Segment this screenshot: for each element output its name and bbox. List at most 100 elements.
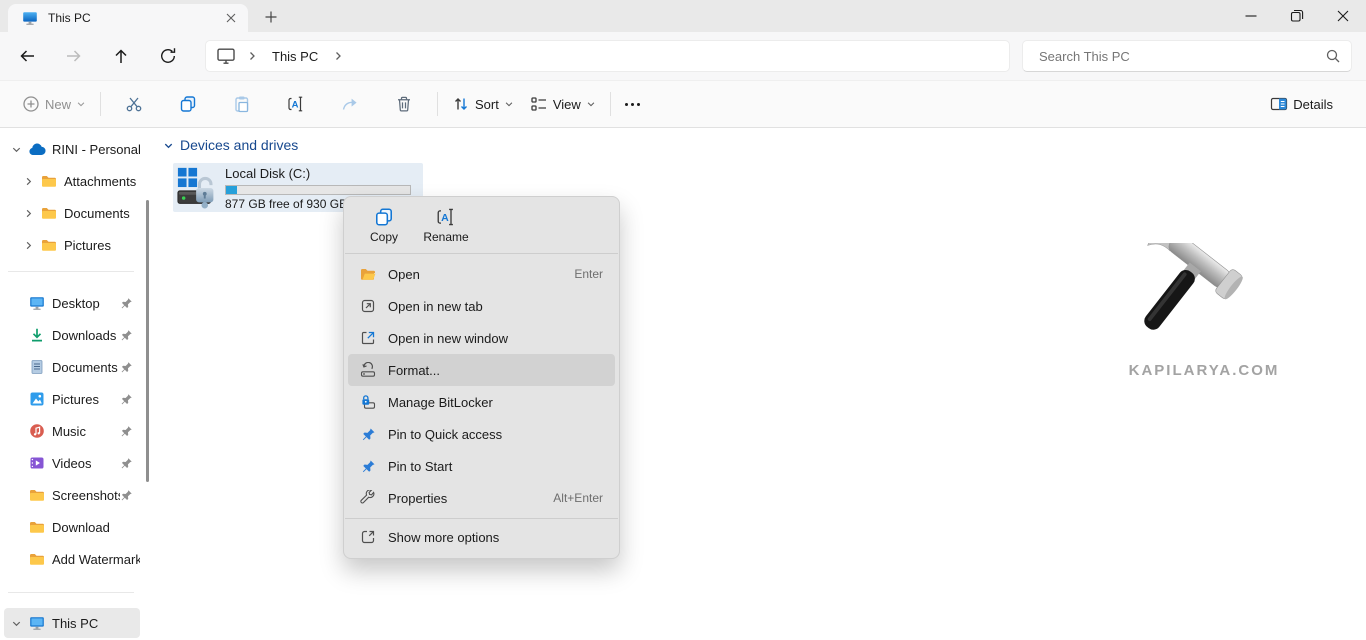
back-button[interactable]: [10, 39, 44, 73]
sort-button[interactable]: Sort: [444, 87, 522, 121]
address-bar[interactable]: This PC: [205, 40, 1010, 72]
quick-action-copy[interactable]: Copy: [356, 201, 412, 249]
toolbar-divider: [610, 92, 611, 116]
tab-this-pc[interactable]: This PC: [8, 4, 248, 32]
rename-button[interactable]: A: [269, 87, 323, 121]
sidebar-item-label: Pictures: [64, 238, 140, 253]
minimize-button[interactable]: [1228, 0, 1274, 32]
search-input[interactable]: [1037, 48, 1325, 65]
menu-item-show-more-options[interactable]: Show more options: [348, 521, 615, 553]
view-button[interactable]: View: [522, 87, 604, 121]
menu-item-open-in-new-window[interactable]: Open in new window: [348, 322, 615, 354]
format-drive-icon: [360, 362, 376, 378]
sidebar-item-documents-onedrive[interactable]: Documents: [4, 198, 140, 228]
quick-action-label: Copy: [370, 230, 398, 244]
sidebar-scrollbar[interactable]: [146, 200, 149, 482]
sidebar-item-download[interactable]: Download: [4, 512, 140, 542]
sidebar-item-documents[interactable]: Documents: [4, 352, 140, 382]
sidebar-item-pictures[interactable]: Pictures: [4, 384, 140, 414]
share-button[interactable]: [323, 87, 377, 121]
sidebar-item-label: This PC: [52, 616, 140, 631]
details-pane-button[interactable]: Details: [1262, 87, 1346, 121]
new-tab-button[interactable]: [258, 6, 284, 28]
sidebar-item-pictures-onedrive[interactable]: Pictures: [4, 230, 140, 260]
pin-icon: [120, 457, 134, 470]
search-box[interactable]: [1022, 40, 1352, 72]
up-button[interactable]: [104, 39, 138, 73]
menu-item-pin-to-quick-access[interactable]: Pin to Quick access: [348, 418, 615, 450]
restore-icon: [1288, 7, 1306, 25]
toolbar-divider: [437, 92, 438, 116]
menu-item-label: Properties: [388, 491, 553, 506]
sidebar-item-desktop[interactable]: Desktop: [4, 288, 140, 318]
bitlocker-lock-icon: [360, 394, 376, 410]
sidebar-item-label: Downloads: [52, 328, 120, 343]
menu-item-label: Open in new window: [388, 331, 603, 346]
chevron-right-icon[interactable]: [20, 240, 36, 251]
menu-item-format[interactable]: Format...: [348, 354, 615, 386]
breadcrumb-chevron-icon: [332, 50, 344, 62]
sidebar-item-attachments[interactable]: Attachments: [4, 166, 140, 196]
close-button[interactable]: [1320, 0, 1366, 32]
search-icon[interactable]: [1325, 48, 1341, 64]
cut-button[interactable]: [107, 87, 161, 121]
pictures-icon: [28, 391, 46, 407]
group-header-devices-and-drives[interactable]: Devices and drives: [163, 137, 298, 153]
sidebar-item-label: Download: [52, 520, 140, 535]
sidebar-item-downloads[interactable]: Downloads: [4, 320, 140, 350]
quick-action-rename[interactable]: A Rename: [418, 201, 474, 249]
pin-icon: [360, 459, 376, 474]
sort-icon: [452, 95, 470, 113]
menu-item-manage-bitlocker[interactable]: Manage BitLocker: [348, 386, 615, 418]
sidebar-item-label: Documents: [64, 206, 140, 221]
sidebar-item-this-pc[interactable]: This PC: [4, 608, 140, 638]
rename-icon: A: [287, 95, 305, 113]
menu-item-open-in-new-tab[interactable]: Open in new tab: [348, 290, 615, 322]
menu-item-open[interactable]: Open Enter: [348, 258, 615, 290]
disk-usage-bar: [225, 185, 411, 195]
chevron-right-icon[interactable]: [20, 176, 36, 187]
sidebar-item-label: Screenshots: [52, 488, 120, 503]
file-explorer-window: This PC: [0, 0, 1366, 640]
sort-button-label: Sort: [475, 97, 499, 112]
menu-item-pin-to-start[interactable]: Pin to Start: [348, 450, 615, 482]
chevron-down-icon[interactable]: [8, 144, 24, 155]
document-icon: [28, 359, 46, 375]
sidebar-item-music[interactable]: Music: [4, 416, 140, 446]
tab-close-icon[interactable]: [222, 9, 240, 27]
refresh-button[interactable]: [151, 39, 185, 73]
sidebar-item-label: Pictures: [52, 392, 120, 407]
forward-button[interactable]: [57, 39, 91, 73]
menu-item-properties[interactable]: Properties Alt+Enter: [348, 482, 615, 514]
chevron-down-icon: [586, 99, 596, 109]
new-button[interactable]: New: [14, 87, 94, 121]
open-new-window-icon: [360, 330, 376, 346]
chevron-down-icon[interactable]: [163, 140, 174, 151]
chevron-down-icon: [76, 99, 86, 109]
navigation-pane: RINI - Personal Attachments Documents Pi…: [0, 128, 152, 640]
sidebar-item-add-watermark[interactable]: Add Watermark: [4, 544, 140, 574]
navigation-bar: This PC: [0, 32, 1366, 80]
sidebar-item-label: Videos: [52, 456, 120, 471]
new-button-label: New: [45, 97, 71, 112]
sidebar-divider: [8, 271, 134, 272]
restore-button[interactable]: [1274, 0, 1320, 32]
menu-item-label: Manage BitLocker: [388, 395, 603, 410]
sidebar-item-label: Music: [52, 424, 120, 439]
sidebar-item-screenshots[interactable]: Screenshots: [4, 480, 140, 510]
paste-button[interactable]: [215, 87, 269, 121]
sidebar-item-videos[interactable]: Videos: [4, 448, 140, 478]
menu-item-label: Show more options: [388, 530, 603, 545]
plus-icon: [264, 10, 278, 24]
videos-icon: [28, 455, 46, 471]
chevron-right-icon[interactable]: [20, 208, 36, 219]
sidebar-item-label: Desktop: [52, 296, 120, 311]
delete-button[interactable]: [377, 87, 431, 121]
monitor-icon: [22, 10, 38, 26]
breadcrumb-this-pc[interactable]: This PC: [268, 47, 322, 66]
open-new-tab-icon: [360, 298, 376, 314]
chevron-down-icon[interactable]: [8, 618, 24, 629]
copy-button[interactable]: [161, 87, 215, 121]
sidebar-item-onedrive[interactable]: RINI - Personal: [4, 134, 140, 164]
more-options-button[interactable]: [617, 87, 648, 121]
